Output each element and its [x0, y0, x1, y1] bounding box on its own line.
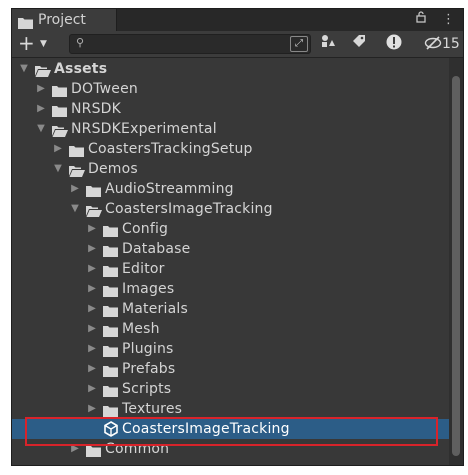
- folder-item[interactable]: ▶ Materials: [12, 299, 449, 319]
- item-label: Materials: [122, 301, 188, 317]
- item-label: NRSDKExperimental: [71, 121, 217, 137]
- item-label: AudioStreamming: [105, 181, 234, 197]
- folder-item[interactable]: ▶ Config: [12, 219, 449, 239]
- expand-right-icon[interactable]: ▶: [86, 339, 98, 359]
- expand-down-icon[interactable]: ▼: [52, 159, 64, 179]
- folder-item[interactable]: ▶ Images: [12, 279, 449, 299]
- folder-item[interactable]: ▶ CoastersTrackingSetup: [12, 139, 449, 159]
- folder-item[interactable]: ▶ Plugins: [12, 339, 449, 359]
- item-label: CoastersTrackingSetup: [88, 141, 253, 157]
- expand-right-icon[interactable]: ▶: [86, 319, 98, 339]
- expand-right-icon[interactable]: ▶: [86, 259, 98, 279]
- expand-right-icon[interactable]: ▶: [86, 359, 98, 379]
- item-label: Mesh: [122, 321, 160, 337]
- search-icon: ⚲: [76, 36, 85, 49]
- tab-label: Project: [38, 12, 86, 28]
- filter-by-type-icon[interactable]: [316, 34, 340, 54]
- expand-right-icon[interactable]: ▶: [86, 379, 98, 399]
- eye-slash-icon: [424, 36, 442, 50]
- item-label: DOTween: [71, 81, 138, 97]
- expand-right-icon[interactable]: ▶: [35, 99, 47, 119]
- expand-right-icon[interactable]: ▶: [86, 239, 98, 259]
- item-label: Database: [122, 241, 191, 257]
- expand-right-icon[interactable]: ▶: [86, 279, 98, 299]
- folder-item[interactable]: ▶ Scripts: [12, 379, 449, 399]
- folder-item[interactable]: ▼ Demos: [12, 159, 449, 179]
- expand-right-icon[interactable]: ▶: [86, 219, 98, 239]
- expand-right-icon[interactable]: ▶: [35, 79, 47, 99]
- project-tree: ▼ Assets ▶ DOTween ▶ NRSDK ▼ NRSDKExperimental ▶…: [12, 58, 449, 465]
- folder-item[interactable]: ▶ DOTween: [12, 79, 449, 99]
- folder-item[interactable]: ▶ Database: [12, 239, 449, 259]
- item-label: Scripts: [122, 381, 172, 397]
- plus-icon: +: [18, 31, 35, 55]
- folder-item[interactable]: ▼ Assets: [12, 59, 449, 79]
- expand-down-icon[interactable]: ▼: [18, 59, 30, 79]
- item-label: NRSDK: [71, 101, 122, 117]
- item-label: Config: [122, 221, 169, 237]
- folder-item[interactable]: ▶ Textures: [12, 399, 449, 419]
- expand-down-icon[interactable]: ▼: [69, 199, 81, 219]
- folder-item[interactable]: ▶ Editor: [12, 259, 449, 279]
- expand-right-icon[interactable]: ▶: [69, 179, 81, 199]
- item-label: Prefabs: [122, 361, 176, 377]
- highlight-box: [25, 417, 438, 446]
- folder-item[interactable]: ▶ AudioStreamming: [12, 179, 449, 199]
- expand-right-icon[interactable]: ▶: [52, 139, 64, 159]
- tab-bar: Project ⋮: [12, 9, 463, 31]
- folder-item[interactable]: ▼ NRSDKExperimental: [12, 119, 449, 139]
- scrollbar-thumb[interactable]: [452, 76, 460, 456]
- item-label: Plugins: [122, 341, 174, 357]
- expand-down-icon[interactable]: ▼: [35, 119, 47, 139]
- project-window: Project ⋮ + ▼ ⚲ ⤢ 15 ▼ Assets ▶ DOTween ▶ NRS…: [11, 8, 464, 466]
- search-by-type-icon[interactable]: ⤢: [290, 36, 308, 52]
- vertical-scrollbar[interactable]: [449, 58, 463, 465]
- lock-icon[interactable]: [416, 11, 426, 29]
- item-label: Images: [122, 281, 175, 297]
- folder-item[interactable]: ▶ Mesh: [12, 319, 449, 339]
- filter-by-label-icon[interactable]: [347, 34, 371, 54]
- warning-icon[interactable]: [382, 34, 406, 54]
- more-menu-icon[interactable]: ⋮: [442, 11, 455, 29]
- expand-right-icon[interactable]: ▶: [86, 399, 98, 419]
- folder-item[interactable]: ▶ Prefabs: [12, 359, 449, 379]
- item-label: Editor: [122, 261, 165, 277]
- expand-right-icon[interactable]: ▶: [86, 299, 98, 319]
- item-label: Assets: [54, 61, 108, 77]
- create-button[interactable]: + ▼: [18, 32, 52, 55]
- folder-icon: [86, 443, 101, 463]
- hidden-count: 15: [442, 36, 460, 52]
- folder-item[interactable]: ▼ CoastersImageTracking: [12, 199, 449, 219]
- folder-item[interactable]: ▶ NRSDK: [12, 99, 449, 119]
- search-field[interactable]: ⚲ ⤢: [69, 34, 311, 54]
- hidden-packages-toggle[interactable]: 15: [424, 34, 460, 54]
- item-label: CoastersImageTracking: [105, 201, 273, 217]
- tab-project[interactable]: Project: [12, 9, 117, 31]
- project-toolbar: + ▼ ⚲ ⤢ 15: [12, 31, 463, 58]
- search-input[interactable]: [90, 35, 280, 53]
- item-label: Textures: [122, 401, 183, 417]
- chevron-down-icon: ▼: [40, 39, 47, 49]
- item-label: Demos: [88, 161, 138, 177]
